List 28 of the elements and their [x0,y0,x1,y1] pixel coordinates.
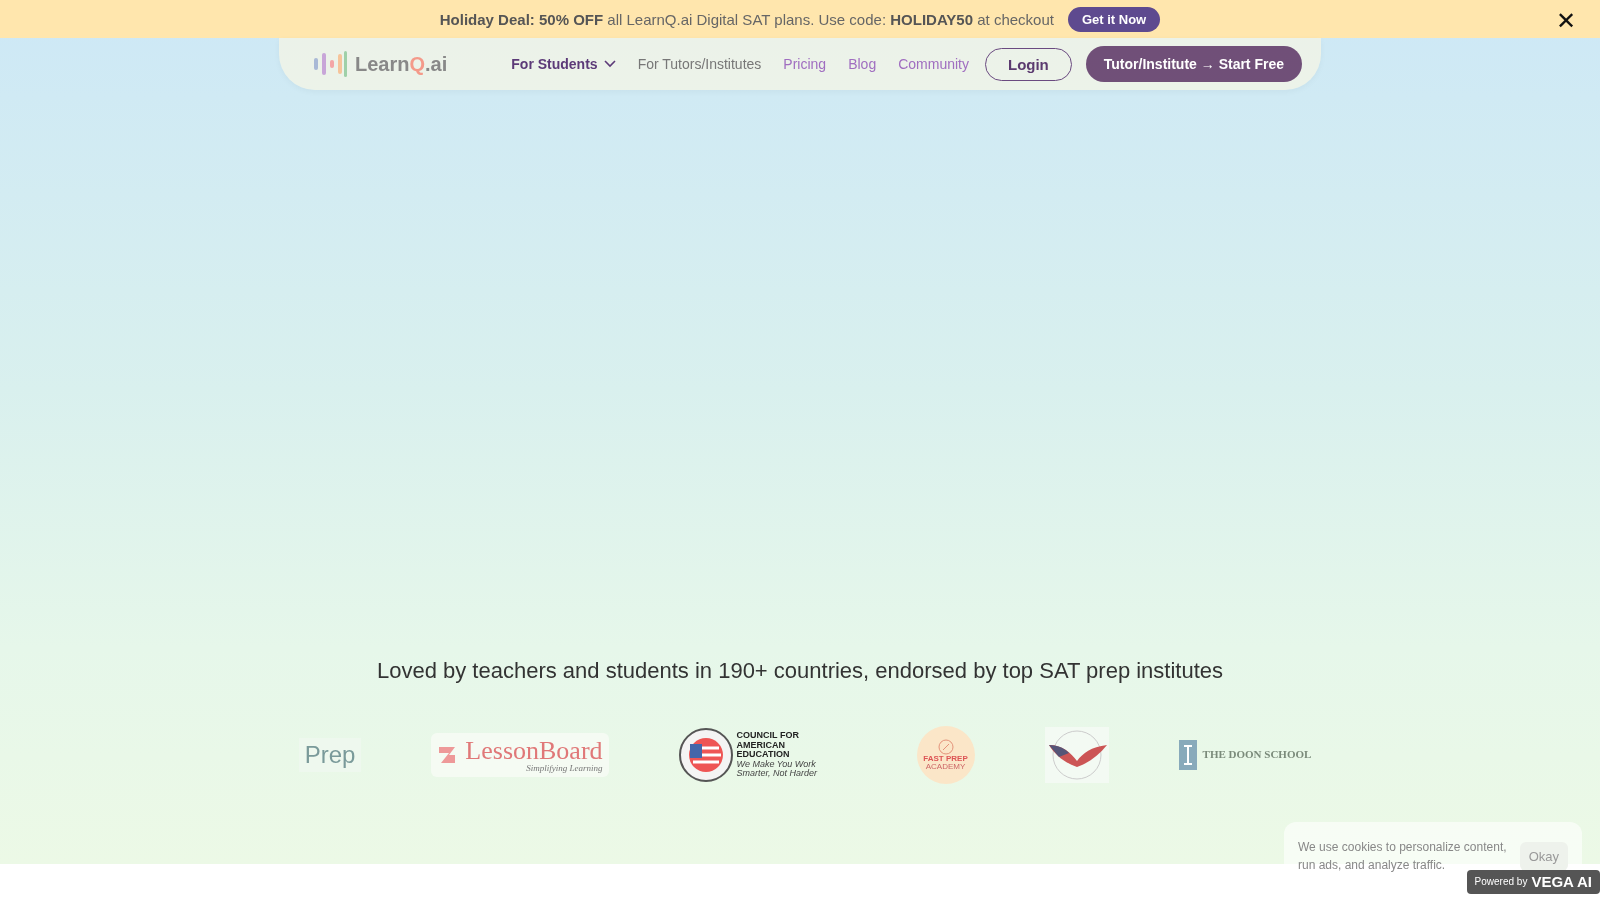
nav-link[interactable]: For Students [511,56,616,72]
logo-text: EDUCATION [736,750,790,760]
logo-text: LearnQ.ai [355,52,448,76]
brand-text: VEGA AI [1531,874,1592,890]
chevron-down-icon [603,60,616,68]
logo-text: COUNCIL FOR [736,731,799,741]
logo-bars-icon [313,51,347,77]
get-it-now-button[interactable]: Get it Now [1067,6,1161,32]
tagline: Loved by teachers and students in 190+ countries, endorsed by top SAT prep institutes [375,658,1225,684]
powered-by-badge[interactable]: Powered by VEGA AI [1466,870,1600,894]
nav-link[interactable]: Community [898,56,969,72]
close-button[interactable]: ✕ [1549,6,1582,36]
powered-by-text: Powered by [1474,876,1528,888]
logo-subtitle: ACADEMY [925,763,966,772]
logo-subtitle: We Make You Work Smarter, Not Harder [736,759,819,779]
logo-subtitle: Simplifying Learning [526,763,603,774]
eagle-badge-icon [1044,727,1109,783]
logo-text: FAST PREP [923,754,968,763]
nav-link[interactable]: For Tutors/Institutes [637,56,762,72]
start-free-button[interactable]: Tutor/Institute → Start Free [1085,46,1302,82]
logo-text: THE DOON SCHOOL [1202,749,1312,761]
nav-link[interactable]: Blog [848,56,877,72]
nav-link[interactable]: Pricing [783,56,827,72]
announcement-text: Holiday Deal: 50% OFF all LearnQ.ai Digital SAT plans. Use code: HOLIDAY50 at checkout [439,10,1054,28]
seal-icon [678,728,733,782]
logo-text: Prep [304,742,356,768]
logo-text: AMERICAN [736,740,786,751]
logo-text: LessonBoard [465,736,603,764]
